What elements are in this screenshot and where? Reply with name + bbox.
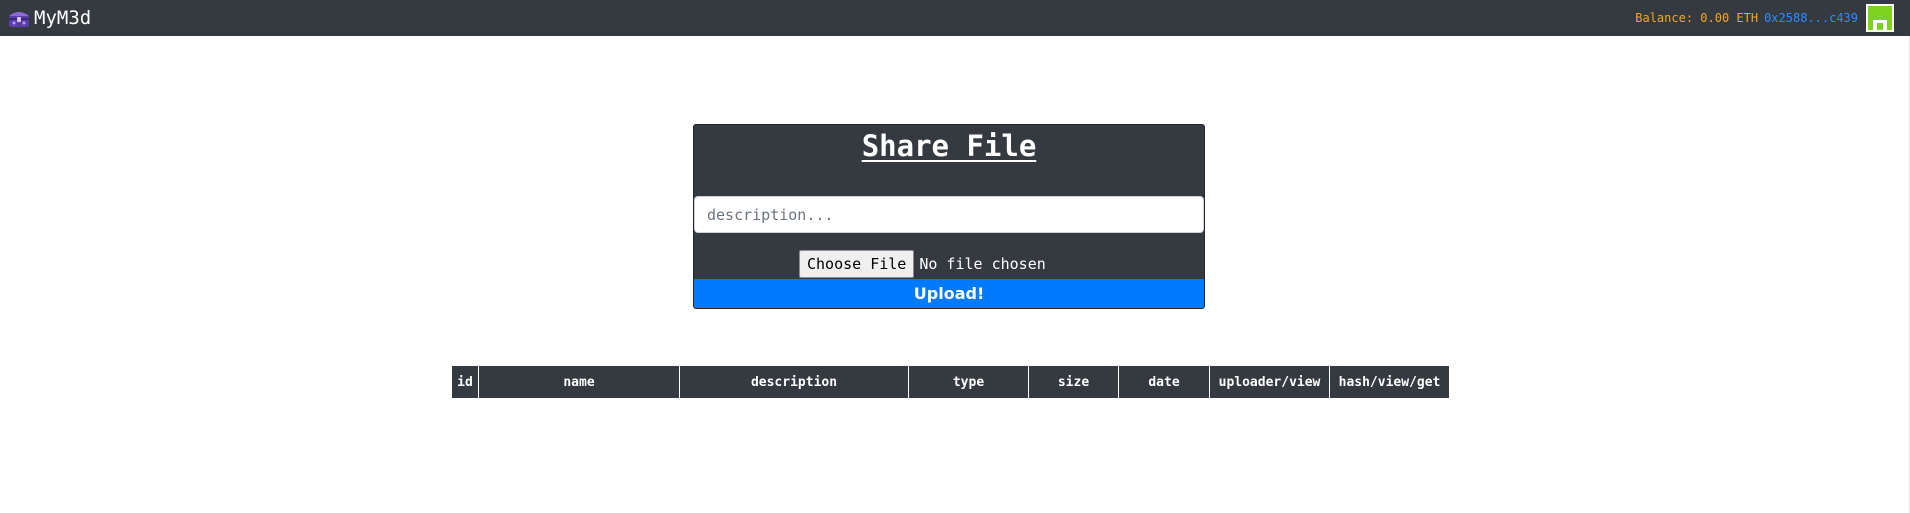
- file-status-text: No file chosen: [919, 255, 1046, 273]
- identicon-avatar: [1866, 4, 1894, 32]
- choose-file-button[interactable]: Choose File: [799, 250, 915, 278]
- column-header-id: id: [452, 366, 479, 398]
- treasure-chest-icon: [7, 6, 31, 30]
- column-header-date: date: [1118, 366, 1210, 398]
- column-header-size: size: [1028, 366, 1119, 398]
- column-header-uploader-view: uploader/view: [1209, 366, 1330, 398]
- files-table: id name description type size date uploa…: [452, 366, 1449, 398]
- account-address[interactable]: 0x2588...c439: [1764, 11, 1858, 25]
- share-file-card: Share File Choose File No file chosen Up…: [693, 124, 1205, 309]
- balance-text: Balance: 0.00 ETH: [1635, 11, 1759, 25]
- column-header-hash-view-get: hash/view/get: [1329, 366, 1449, 398]
- upload-button[interactable]: Upload!: [694, 279, 1204, 308]
- brand[interactable]: MyM3d: [7, 0, 91, 36]
- file-picker: Choose File No file chosen: [799, 250, 1046, 278]
- column-header-description: description: [679, 366, 909, 398]
- brand-label: MyM3d: [34, 7, 92, 29]
- table-header-row: id name description type size date uploa…: [452, 366, 1449, 398]
- share-title: Share File: [861, 129, 1037, 163]
- navbar: MyM3d Balance: 0.00 ETH 0x2588...c439: [0, 0, 1910, 36]
- column-header-type: type: [908, 366, 1029, 398]
- nav-account-area: Balance: 0.00 ETH 0x2588...c439: [1635, 0, 1910, 36]
- column-header-name: name: [478, 366, 680, 398]
- description-input[interactable]: [694, 196, 1204, 233]
